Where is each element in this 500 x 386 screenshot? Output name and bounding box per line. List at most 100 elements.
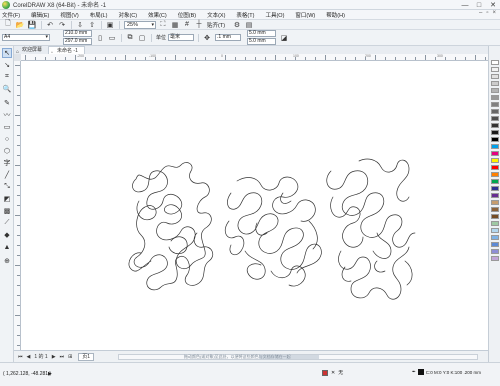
status-expand-icon[interactable]: ▶ xyxy=(48,371,52,377)
color-swatch[interactable] xyxy=(491,179,499,184)
color-swatch[interactable] xyxy=(491,207,499,212)
add-page-icon[interactable]: ⊞ xyxy=(68,354,72,360)
color-swatch[interactable] xyxy=(491,144,499,149)
shape-tool-icon[interactable]: ↘ xyxy=(2,60,12,70)
tab-welcome-screen[interactable]: ⌂ 欢迎屏幕 xyxy=(14,46,48,55)
color-swatch[interactable] xyxy=(491,60,499,65)
duplicate-x-field[interactable]: 5.0 mm xyxy=(247,30,277,37)
connector-tool-icon[interactable]: ⤡ xyxy=(2,182,12,192)
color-swatch[interactable] xyxy=(491,193,499,198)
last-page-icon[interactable]: ⏭ xyxy=(60,354,65,360)
transparency-tool-icon[interactable]: ▩ xyxy=(2,206,12,216)
page-tab-1[interactable]: 页1 xyxy=(78,352,95,361)
launcher-icon[interactable]: ▤ xyxy=(245,21,253,29)
menu-edit[interactable]: 编辑(E) xyxy=(31,11,49,19)
pick-tool-icon[interactable]: ↖ xyxy=(2,48,12,58)
fill-indicator[interactable]: ✕ 无 xyxy=(322,369,343,376)
color-swatch[interactable] xyxy=(491,137,499,142)
horizontal-ruler[interactable]: -200-1000100200300400 xyxy=(21,54,488,61)
landscape-icon[interactable]: ▭ xyxy=(108,34,116,42)
rectangle-tool-icon[interactable]: ▭ xyxy=(2,122,12,132)
open-folder-icon[interactable]: 📂 xyxy=(16,21,25,29)
nudge-distance-field[interactable]: .1 mm xyxy=(215,34,242,41)
color-swatch[interactable] xyxy=(491,74,499,79)
tab-untitled-document[interactable]: ▫ 未命名 -1 xyxy=(48,46,85,56)
page-height-field[interactable]: 297.0 mm xyxy=(63,38,92,45)
drawing-canvas[interactable] xyxy=(21,61,488,350)
color-swatch[interactable] xyxy=(491,249,499,254)
color-swatch[interactable] xyxy=(491,228,499,233)
menu-table[interactable]: 表格(T) xyxy=(236,11,254,19)
maximize-button[interactable]: □ xyxy=(472,0,486,10)
color-swatch[interactable] xyxy=(491,95,499,100)
publish-pdf-icon[interactable]: ▣ xyxy=(106,21,114,29)
menu-layout[interactable]: 布局(L) xyxy=(90,11,108,19)
artistic-media-icon[interactable]: 〰 xyxy=(2,110,12,120)
menu-text[interactable]: 文本(X) xyxy=(207,11,225,19)
minimize-button[interactable]: — xyxy=(458,0,472,10)
color-swatch[interactable] xyxy=(491,102,499,107)
settings-gear-icon[interactable]: ⚙ xyxy=(233,21,241,29)
next-page-icon[interactable]: ▶ xyxy=(52,354,56,360)
smart-fill-icon[interactable]: ▲ xyxy=(2,242,12,252)
ellipse-tool-icon[interactable]: ○ xyxy=(2,134,12,144)
freehand-tool-icon[interactable]: ✎ xyxy=(2,98,12,108)
polygon-tool-icon[interactable]: ⬡ xyxy=(2,146,12,156)
color-swatch[interactable] xyxy=(491,200,499,205)
units-select[interactable]: 毫米 xyxy=(168,34,195,41)
color-swatch[interactable] xyxy=(491,116,499,121)
new-document-icon[interactable]: 🗋 xyxy=(4,20,12,29)
color-swatch[interactable] xyxy=(491,88,499,93)
zoom-tool-icon[interactable]: 🔍 xyxy=(2,84,12,94)
save-icon[interactable]: 💾 xyxy=(28,21,37,29)
menu-object[interactable]: 对象(C) xyxy=(118,11,137,19)
export-icon[interactable]: ⇧ xyxy=(88,21,96,29)
color-swatch[interactable] xyxy=(491,256,499,261)
color-swatch[interactable] xyxy=(491,158,499,163)
doc-close-icon[interactable]: × xyxy=(492,10,496,16)
eyedropper-icon[interactable]: ⟋ xyxy=(2,218,12,228)
text-tool-icon[interactable]: 字 xyxy=(2,158,12,168)
color-swatch[interactable] xyxy=(491,186,499,191)
interactive-fill-icon[interactable]: ◆ xyxy=(2,230,12,240)
all-pages-icon[interactable]: ⧉ xyxy=(126,34,134,42)
undo-icon[interactable]: ↶ xyxy=(46,21,54,29)
snap-to-dropdown[interactable]: 贴齐(T) xyxy=(207,21,225,29)
color-swatch[interactable] xyxy=(491,123,499,128)
grid-icon[interactable]: # xyxy=(183,21,191,29)
color-swatch[interactable] xyxy=(491,235,499,240)
color-swatch[interactable] xyxy=(491,165,499,170)
menu-tools[interactable]: 工具(O) xyxy=(265,11,284,19)
outline-indicator[interactable]: ✒ C:0 M:0 Y:0 K:100 .200 mm xyxy=(412,369,481,375)
import-icon[interactable]: ⇩ xyxy=(76,21,84,29)
full-screen-icon[interactable]: ⛶ xyxy=(159,21,167,29)
page-width-field[interactable]: 210.0 mm xyxy=(63,30,92,37)
portrait-icon[interactable]: ▯ xyxy=(96,34,104,42)
menu-file[interactable]: 文件(F) xyxy=(2,11,20,19)
add-tool-icon[interactable]: ⊕ xyxy=(2,256,12,266)
rulers-icon[interactable]: ▦ xyxy=(171,21,179,29)
crop-tool-icon[interactable]: ⌗ xyxy=(2,72,12,82)
horizontal-scrollbar[interactable] xyxy=(118,354,478,360)
menu-bitmaps[interactable]: 位图(B) xyxy=(178,11,196,19)
color-swatch[interactable] xyxy=(491,81,499,86)
doc-minimize-icon[interactable]: – xyxy=(479,10,482,16)
page-size-select[interactable]: A4 xyxy=(2,34,50,41)
drop-shadow-icon[interactable]: ◩ xyxy=(2,194,12,204)
guides-icon[interactable]: ┼ xyxy=(195,21,203,29)
treat-as-filled-icon[interactable]: ◪ xyxy=(280,34,288,42)
zoom-level-select[interactable]: 25% xyxy=(124,20,156,29)
menu-help[interactable]: 帮助(H) xyxy=(326,11,345,19)
color-swatch[interactable] xyxy=(491,242,499,247)
color-swatch[interactable] xyxy=(491,130,499,135)
duplicate-y-field[interactable]: 5.0 mm xyxy=(247,38,277,45)
menu-effects[interactable]: 效果(C) xyxy=(148,11,167,19)
current-page-icon[interactable]: ▢ xyxy=(138,34,146,42)
color-swatch[interactable] xyxy=(491,214,499,219)
menu-view[interactable]: 视图(V) xyxy=(60,11,78,19)
doc-restore-icon[interactable]: ▫ xyxy=(486,10,488,16)
vertical-ruler[interactable] xyxy=(14,61,21,350)
redo-icon[interactable]: ↷ xyxy=(58,21,66,29)
color-swatch[interactable] xyxy=(491,151,499,156)
color-swatch[interactable] xyxy=(491,109,499,114)
